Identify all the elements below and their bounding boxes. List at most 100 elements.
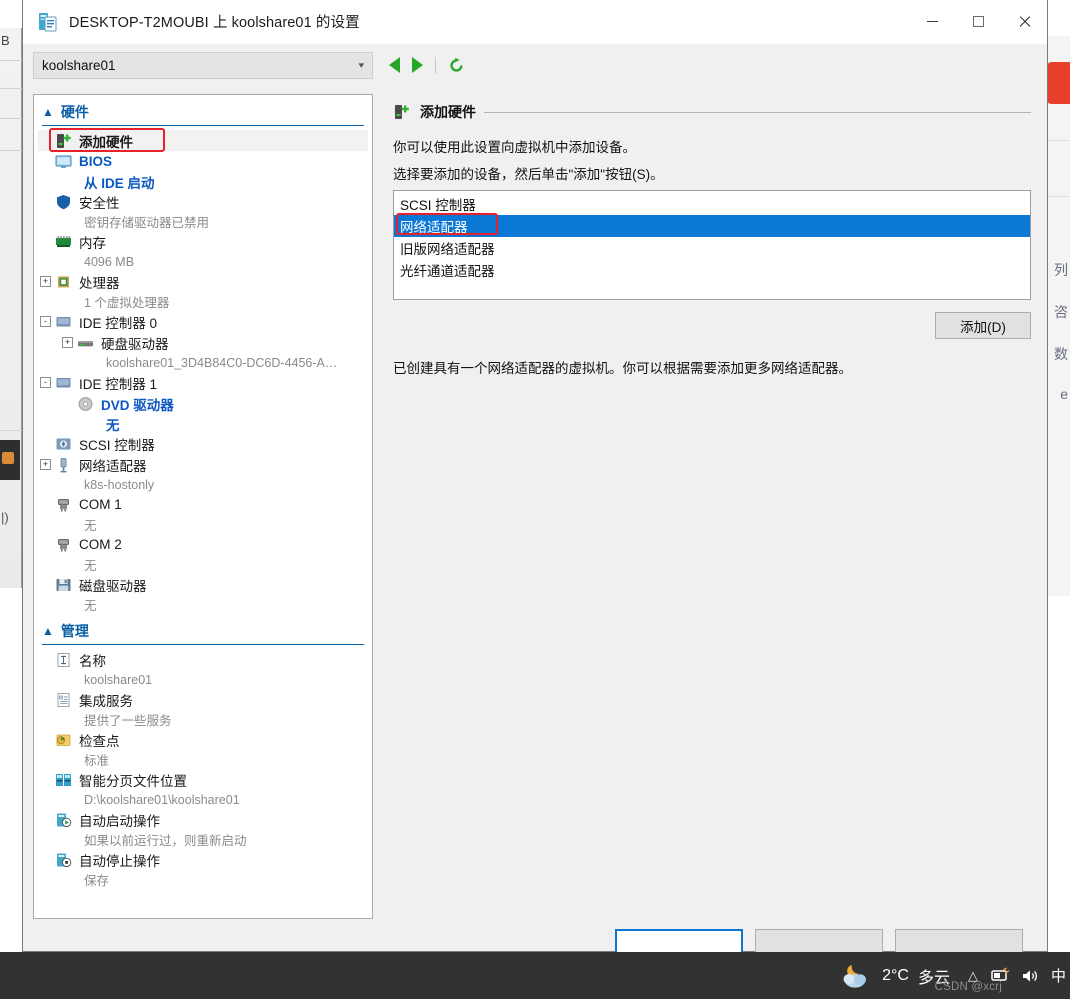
device-list-item-network-adapter[interactable]: 网络适配器 (394, 215, 1030, 237)
tree-item-hard-drive[interactable]: + 硬盘驱动器 (38, 332, 368, 353)
bios-monitor-icon (55, 154, 72, 170)
background-right-text: 数 (1054, 346, 1068, 362)
tree-item-integration-services[interactable]: 集成服务 (38, 689, 368, 710)
tree-item-sub: 保存 (84, 874, 110, 888)
tree-item-sub: 从 IDE 启动 (84, 175, 155, 191)
tree-item-label: 智能分页文件位置 (79, 773, 187, 789)
forward-arrow-icon[interactable] (412, 57, 423, 73)
tree-item-checkpoint[interactable]: 检查点 (38, 729, 368, 750)
weather-widget[interactable]: 2°C 多云 (839, 962, 950, 990)
content-description-2: 选择要添加的设备，然后单击"添加"按钮(S)。 (393, 167, 664, 182)
tree-item-ide-controller-0[interactable]: - IDE 控制器 0 (38, 311, 368, 332)
vm-settings-dialog: DESKTOP-T2MOUBI 上 koolshare01 的设置 koolsh… (22, 0, 1048, 957)
background-left-text: B (1, 33, 10, 48)
tree-item-label: COM 1 (79, 497, 122, 512)
section-title-hardware: 硬件 (60, 104, 89, 120)
ide-controller-icon (55, 314, 72, 330)
tree-item-sub: 如果以前运行过，则重新启动 (84, 834, 247, 848)
settings-tree[interactable]: ▲ 硬件 添加硬件 BIOS 从 IDE 启动 安全性 密钥存储驱动器已禁用 内… (33, 94, 373, 919)
tree-item-label: 磁盘驱动器 (79, 578, 147, 594)
volume-tray-icon[interactable] (1020, 967, 1040, 985)
watermark: CSDN @xcrj (934, 981, 1002, 993)
tree-item-bios[interactable]: BIOS (38, 151, 368, 172)
vm-settings-icon (37, 11, 59, 33)
chevron-down-icon: ▾ (358, 59, 365, 70)
content-description-1: 你可以使用此设置向虚拟机中添加设备。 (393, 140, 636, 155)
smart-paging-icon (55, 772, 72, 788)
tree-item-sub: koolshare01 (84, 672, 153, 687)
weather-temperature: 2°C (882, 966, 909, 984)
add-button[interactable]: 添加(D) (935, 312, 1031, 339)
tree-expander-plus[interactable]: + (62, 337, 73, 348)
tree-item-sub: k8s-hostonly (84, 477, 155, 492)
section-header-management[interactable]: ▲ 管理 (38, 620, 368, 643)
add-button-row: 添加(D) (393, 312, 1031, 339)
tree-item-smart-paging[interactable]: 智能分页文件位置 (38, 769, 368, 790)
tree-item-ide-controller-1[interactable]: - IDE 控制器 1 (38, 372, 368, 393)
dvd-drive-icon (77, 396, 94, 412)
shield-icon (55, 194, 72, 210)
tree-item-name[interactable]: 名称 (38, 649, 368, 670)
background-left-divider (0, 150, 22, 151)
tree-expander-plus[interactable]: + (40, 276, 51, 287)
device-list-item-scsi-controller[interactable]: SCSI 控制器 (394, 193, 1030, 215)
chevron-up-icon: ▲ (42, 105, 54, 119)
tree-item-processor[interactable]: + 处理器 (38, 271, 368, 292)
background-left-divider (0, 60, 22, 61)
tree-item-sub: 无 (84, 519, 97, 533)
tree-expander-plus[interactable]: + (40, 459, 51, 470)
tree-item-automatic-stop[interactable]: 自动停止操作 (38, 849, 368, 870)
tree-item-sub: D:\koolshare01\koolshare01 (84, 792, 240, 807)
integration-services-icon (55, 692, 72, 708)
tree-item-label: 集成服务 (79, 693, 133, 709)
tree-item-sub: 无 (84, 559, 97, 573)
tree-item-com-1[interactable]: COM 1 (38, 494, 368, 515)
close-button[interactable] (1001, 0, 1047, 44)
tree-item-sub: 密钥存储驱动器已禁用 (84, 216, 210, 230)
tree-item-sub: koolshare01_3D4B84C0-DC6D-4456-A… (106, 355, 338, 370)
tree-inner: ▲ 硬件 添加硬件 BIOS 从 IDE 启动 安全性 密钥存储驱动器已禁用 内… (34, 95, 372, 889)
tree-item-label: SCSI 控制器 (79, 437, 155, 453)
tree-item-dvd-drive[interactable]: DVD 驱动器 (38, 393, 368, 414)
maximize-button[interactable] (955, 0, 1001, 44)
vm-selector-dropdown[interactable]: koolshare01 ▾ (33, 51, 373, 79)
tree-item-com-2[interactable]: COM 2 (38, 534, 368, 555)
network-adapter-icon (55, 457, 72, 473)
scsi-controller-icon (55, 436, 72, 452)
tree-item-security[interactable]: 安全性 (38, 191, 368, 212)
window-title: DESKTOP-T2MOUBI 上 koolshare01 的设置 (69, 15, 360, 31)
device-list-item-wrapper: 网络适配器 (394, 213, 1030, 237)
tree-item-label: DVD 驱动器 (101, 397, 174, 413)
navigation-group (389, 56, 465, 74)
content-pane: 添加硬件 你可以使用此设置向虚拟机中添加设备。 选择要添加的设备，然后单击"添加… (383, 94, 1037, 919)
floppy-drive-icon (55, 577, 72, 593)
tree-item-add-hardware[interactable]: 添加硬件 (38, 128, 368, 152)
ime-indicator[interactable]: 中 (1051, 965, 1066, 986)
tree-item-sub: 提供了一些服务 (84, 714, 172, 728)
background-left-divider (0, 118, 22, 119)
hard-drive-icon (77, 335, 94, 351)
tree-item-floppy-drive[interactable]: 磁盘驱动器 (38, 574, 368, 595)
checkpoint-icon (55, 732, 72, 748)
memory-icon (55, 234, 72, 250)
automatic-start-icon (55, 812, 72, 828)
processor-icon (55, 274, 72, 290)
dialog-footer (23, 919, 1047, 957)
tree-item-network-adapter[interactable]: + 网络适配器 (38, 454, 368, 475)
tree-expander-minus[interactable]: - (40, 316, 51, 327)
minimize-button[interactable] (909, 0, 955, 44)
section-header-hardware[interactable]: ▲ 硬件 (38, 101, 368, 124)
tree-expander-minus[interactable]: - (40, 377, 51, 388)
device-list[interactable]: SCSI 控制器 网络适配器 旧版网络适配器 光纤通道适配器 (393, 190, 1031, 300)
device-list-item-fibre-channel-adapter[interactable]: 光纤通道适配器 (394, 259, 1030, 281)
device-list-item-legacy-network-adapter[interactable]: 旧版网络适配器 (394, 237, 1030, 259)
tree-item-label: 自动启动操作 (79, 813, 160, 829)
tree-item-memory[interactable]: 内存 (38, 231, 368, 252)
header-rule (484, 111, 1031, 113)
tree-item-scsi-controller[interactable]: SCSI 控制器 (38, 433, 368, 454)
automatic-stop-icon (55, 852, 72, 868)
minimize-icon (926, 21, 938, 22)
tree-item-automatic-start[interactable]: 自动启动操作 (38, 809, 368, 830)
back-arrow-icon[interactable] (389, 57, 400, 73)
refresh-icon[interactable] (448, 57, 465, 74)
